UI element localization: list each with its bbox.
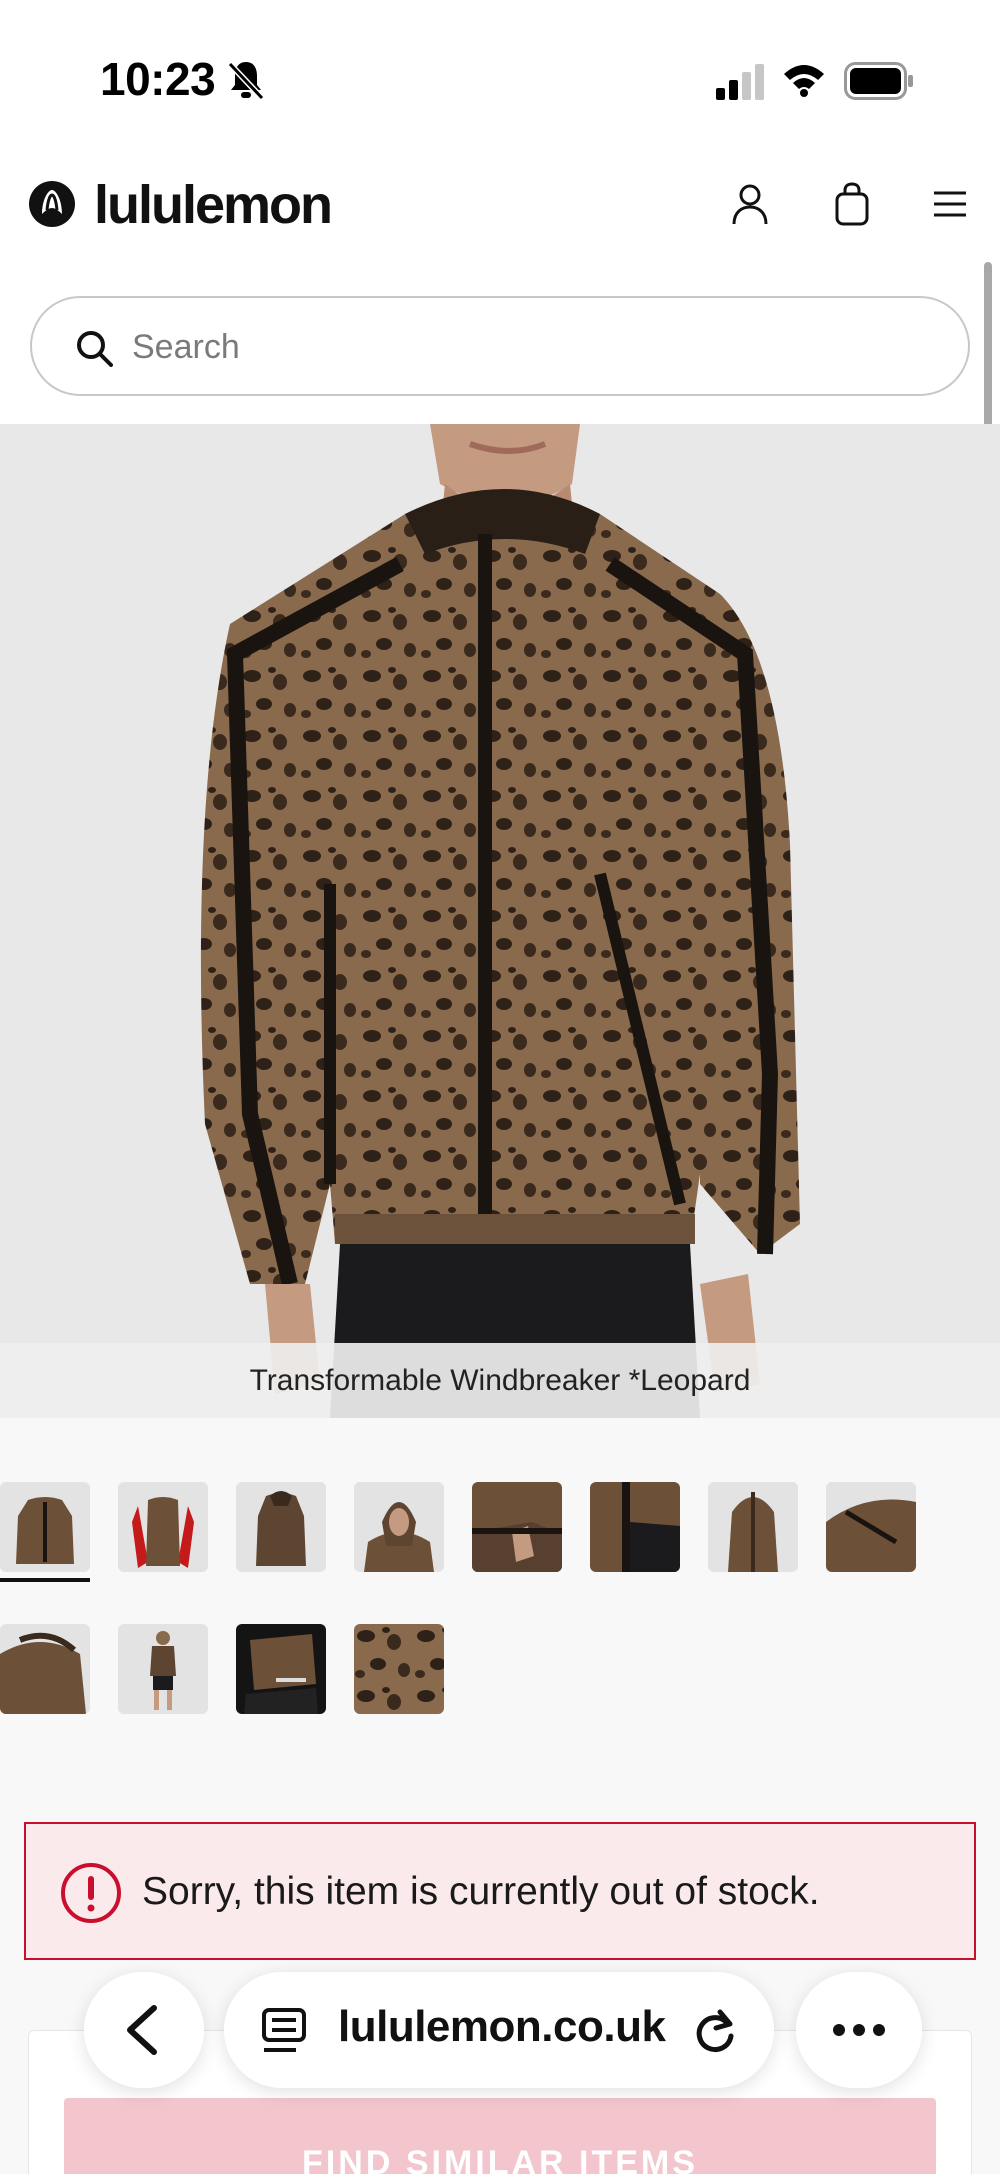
account-button[interactable] bbox=[724, 178, 776, 230]
shopping-bag-icon bbox=[835, 182, 869, 226]
bag-button[interactable] bbox=[826, 178, 878, 230]
product-thumbnail[interactable] bbox=[0, 1624, 90, 1714]
search-icon bbox=[77, 331, 113, 367]
reload-icon[interactable] bbox=[690, 2006, 740, 2056]
find-similar-items-button[interactable]: FIND SIMILAR ITEMS bbox=[64, 2098, 936, 2174]
product-thumbnail[interactable] bbox=[236, 1482, 326, 1572]
cellular-signal-icon bbox=[716, 64, 764, 100]
user-icon bbox=[732, 184, 768, 225]
selected-thumbnail-indicator bbox=[0, 1578, 90, 1582]
product-thumbnail[interactable] bbox=[236, 1624, 326, 1714]
site-header: lululemon bbox=[0, 160, 1000, 290]
product-thumbnail[interactable] bbox=[590, 1482, 680, 1572]
product-image-caption: Transformable Windbreaker *Leopard bbox=[0, 1343, 1000, 1418]
exclamation-circle-icon bbox=[61, 1863, 121, 1923]
status-bar: 10:23 bbox=[0, 0, 1000, 160]
wifi-icon bbox=[784, 65, 824, 97]
product-thumbnail[interactable] bbox=[708, 1482, 798, 1572]
product-thumbnail[interactable] bbox=[118, 1624, 208, 1714]
battery-icon bbox=[844, 62, 913, 100]
url-text[interactable]: lululemon.co.uk bbox=[338, 2002, 666, 2052]
product-thumbnail[interactable] bbox=[118, 1482, 208, 1572]
chevron-left-icon bbox=[127, 2005, 157, 2055]
browser-back-button[interactable] bbox=[84, 1972, 204, 2088]
bell-off-icon bbox=[227, 61, 265, 101]
reader-mode-icon bbox=[262, 2008, 306, 2052]
out-of-stock-message: Sorry, this item is currently out of sto… bbox=[142, 1870, 820, 1913]
windbreaker-photo bbox=[0, 424, 1000, 1418]
product-thumbnail[interactable] bbox=[354, 1624, 444, 1714]
product-thumbnail[interactable] bbox=[826, 1482, 916, 1572]
lululemon-logo-icon[interactable] bbox=[28, 180, 76, 228]
browser-more-button[interactable] bbox=[796, 1972, 922, 2088]
menu-button[interactable] bbox=[924, 178, 976, 230]
product-thumbnail[interactable] bbox=[472, 1482, 562, 1572]
brand-wordmark[interactable]: lululemon bbox=[94, 174, 333, 236]
product-thumbnail[interactable] bbox=[354, 1482, 444, 1572]
browser-address-bar[interactable]: lululemon.co.uk bbox=[224, 1972, 774, 2088]
hamburger-menu-icon bbox=[934, 191, 966, 217]
search-bar[interactable] bbox=[30, 296, 970, 396]
product-thumbnail[interactable] bbox=[0, 1482, 90, 1572]
status-time: 10:23 bbox=[100, 53, 216, 105]
out-of-stock-alert: Sorry, this item is currently out of sto… bbox=[24, 1822, 976, 1960]
product-main-image[interactable] bbox=[0, 424, 1000, 1418]
more-options-icon bbox=[833, 2024, 885, 2036]
search-input[interactable] bbox=[132, 318, 932, 376]
